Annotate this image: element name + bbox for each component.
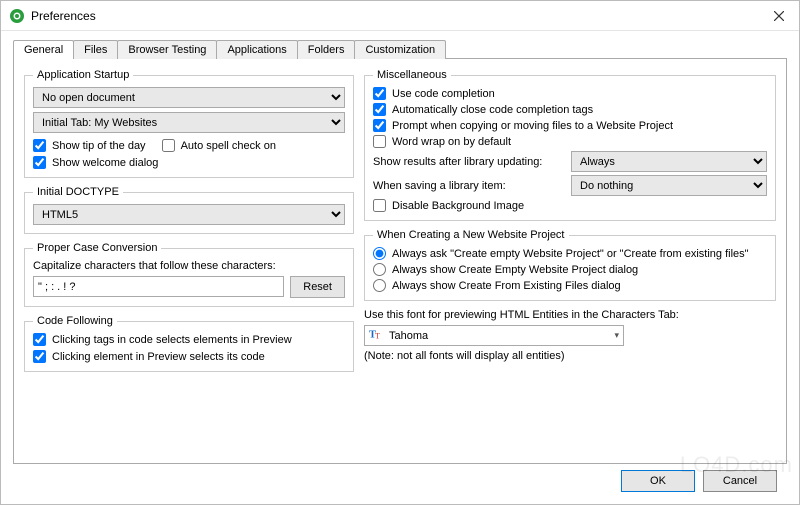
preferences-window: Preferences General Files Browser Testin… (0, 0, 800, 505)
checkbox-auto-spell[interactable]: Auto spell check on (162, 139, 276, 152)
label-show-tip: Show tip of the day (52, 140, 146, 152)
saving-library-combo[interactable]: Do nothing (571, 175, 767, 196)
chevron-down-icon: ▾ (614, 330, 619, 341)
checkbox-auto-spell-input[interactable] (162, 139, 175, 152)
tab-customization[interactable]: Customization (354, 40, 446, 59)
propercase-input[interactable] (33, 276, 284, 297)
group-application-startup: Application Startup No open document Ini… (24, 69, 354, 178)
label-word-wrap: Word wrap on by default (392, 136, 511, 148)
radio-show-empty-input[interactable] (373, 263, 386, 276)
label-show-welcome: Show welcome dialog (52, 157, 158, 169)
label-show-results: Show results after library updating: (373, 156, 563, 168)
label-click-element: Clicking element in Preview selects its … (52, 351, 265, 363)
startup-document-combo[interactable]: No open document (33, 87, 345, 108)
checkbox-prompt-copy-move[interactable]: Prompt when copying or moving files to a… (373, 119, 767, 132)
label-always-ask: Always ask "Create empty Website Project… (392, 248, 749, 260)
font-note: (Note: not all fonts will display all en… (364, 350, 776, 362)
label-click-tags: Clicking tags in code selects elements i… (52, 334, 292, 346)
legend-codefollow: Code Following (33, 315, 117, 327)
show-results-combo[interactable]: Always (571, 151, 767, 172)
tabstrip: General Files Browser Testing Applicatio… (13, 39, 787, 58)
svg-text:T: T (375, 331, 380, 340)
font-label: Use this font for previewing HTML Entiti… (364, 309, 776, 321)
checkbox-word-wrap[interactable]: Word wrap on by default (373, 135, 767, 148)
radio-show-existing[interactable]: Always show Create From Existing Files d… (373, 279, 767, 292)
group-new-website-project: When Creating a New Website Project Alwa… (364, 229, 776, 301)
tab-files[interactable]: Files (73, 40, 118, 59)
legend-propercase: Proper Case Conversion (33, 242, 161, 254)
checkbox-click-element[interactable]: Clicking element in Preview selects its … (33, 350, 345, 363)
close-button[interactable] (759, 1, 799, 31)
legend-misc: Miscellaneous (373, 69, 451, 81)
label-show-existing: Always show Create From Existing Files d… (392, 280, 621, 292)
app-icon (9, 8, 25, 24)
radio-show-empty[interactable]: Always show Create Empty Website Project… (373, 263, 767, 276)
checkbox-show-tip-input[interactable] (33, 139, 46, 152)
checkbox-show-welcome[interactable]: Show welcome dialog (33, 156, 345, 169)
startup-initial-tab-combo[interactable]: Initial Tab: My Websites (33, 112, 345, 133)
checkbox-auto-close-tags[interactable]: Automatically close code completion tags (373, 103, 767, 116)
radio-always-ask[interactable]: Always ask "Create empty Website Project… (373, 247, 767, 260)
propercase-label: Capitalize characters that follow these … (33, 260, 345, 272)
dialog-footer: OK Cancel (13, 464, 787, 498)
checkbox-click-tags[interactable]: Clicking tags in code selects elements i… (33, 333, 345, 346)
checkbox-show-tip[interactable]: Show tip of the day (33, 139, 146, 152)
tab-general[interactable]: General (13, 40, 74, 59)
font-combo[interactable]: TT Tahoma ▾ (364, 325, 624, 346)
tab-applications[interactable]: Applications (216, 40, 297, 59)
checkbox-click-tags-input[interactable] (33, 333, 46, 346)
checkbox-auto-close-tags-input[interactable] (373, 103, 386, 116)
cancel-button[interactable]: Cancel (703, 470, 777, 492)
checkbox-disable-bg-input[interactable] (373, 199, 386, 212)
checkbox-prompt-copy-move-input[interactable] (373, 119, 386, 132)
legend-newproj: When Creating a New Website Project (373, 229, 569, 241)
tab-page-general: Application Startup No open document Ini… (13, 58, 787, 464)
checkbox-word-wrap-input[interactable] (373, 135, 386, 148)
legend-doctype: Initial DOCTYPE (33, 186, 123, 198)
checkbox-use-code-completion[interactable]: Use code completion (373, 87, 767, 100)
checkbox-show-welcome-input[interactable] (33, 156, 46, 169)
group-proper-case: Proper Case Conversion Capitalize charac… (24, 242, 354, 307)
font-preview-section: Use this font for previewing HTML Entiti… (364, 309, 776, 362)
window-title: Preferences (31, 9, 759, 23)
group-code-following: Code Following Clicking tags in code sel… (24, 315, 354, 372)
label-use-code-completion: Use code completion (392, 88, 495, 100)
legend-startup: Application Startup (33, 69, 133, 81)
font-icon: TT (369, 327, 383, 344)
radio-show-existing-input[interactable] (373, 279, 386, 292)
label-saving-library: When saving a library item: (373, 180, 563, 192)
checkbox-use-code-completion-input[interactable] (373, 87, 386, 100)
radio-always-ask-input[interactable] (373, 247, 386, 260)
titlebar: Preferences (1, 1, 799, 31)
close-icon (774, 11, 784, 21)
label-show-empty: Always show Create Empty Website Project… (392, 264, 638, 276)
group-initial-doctype: Initial DOCTYPE HTML5 (24, 186, 354, 234)
reset-button[interactable]: Reset (290, 276, 345, 298)
doctype-combo[interactable]: HTML5 (33, 204, 345, 225)
tab-browser-testing[interactable]: Browser Testing (117, 40, 217, 59)
checkbox-disable-bg[interactable]: Disable Background Image (373, 199, 767, 212)
label-disable-bg: Disable Background Image (392, 200, 524, 212)
font-value: Tahoma (389, 330, 428, 342)
label-prompt-copy-move: Prompt when copying or moving files to a… (392, 120, 673, 132)
checkbox-click-element-input[interactable] (33, 350, 46, 363)
label-auto-close-tags: Automatically close code completion tags (392, 104, 593, 116)
tab-folders[interactable]: Folders (297, 40, 356, 59)
label-auto-spell: Auto spell check on (181, 140, 276, 152)
ok-button[interactable]: OK (621, 470, 695, 492)
group-miscellaneous: Miscellaneous Use code completion Automa… (364, 69, 776, 221)
